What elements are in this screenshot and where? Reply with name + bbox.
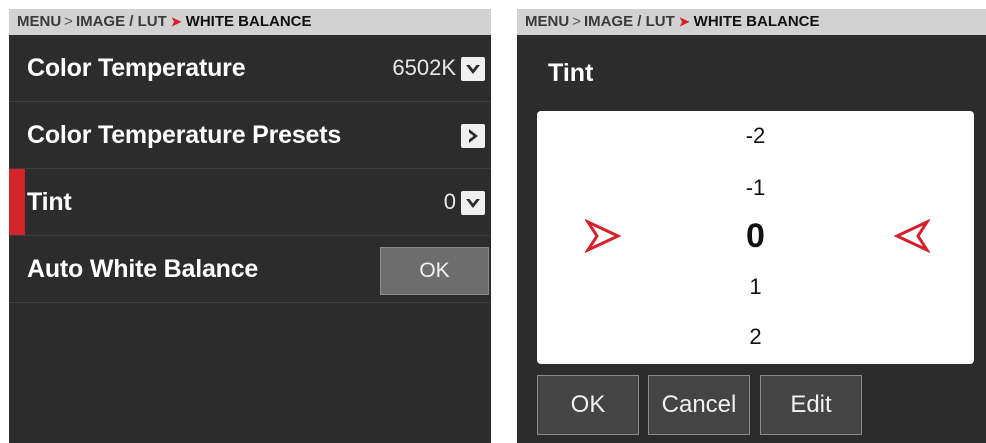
breadcrumb-section[interactable]: IMAGE / LUT <box>584 13 675 30</box>
breadcrumb-menu[interactable]: MENU <box>525 13 569 30</box>
breadcrumb: MENU > IMAGE / LUT ➤ WHITE BALANCE <box>9 9 491 35</box>
row-label: Color Temperature <box>27 54 246 82</box>
row-color-temperature[interactable]: Color Temperature 6502K <box>9 35 491 102</box>
row-label: Color Temperature Presets <box>27 121 342 149</box>
color-temperature-value: 6502K <box>392 55 456 80</box>
breadcrumb-menu[interactable]: MENU <box>17 13 61 30</box>
breadcrumb-separator: > <box>572 13 581 30</box>
chevron-down-icon[interactable] <box>461 57 485 81</box>
selection-marker <box>9 169 25 235</box>
arrow-right-icon <box>585 219 621 253</box>
cancel-button[interactable]: Cancel <box>648 375 750 435</box>
chevron-down-icon[interactable] <box>461 191 485 215</box>
tint-value-picker[interactable]: -2 -1 0 1 2 <box>537 111 974 364</box>
row-label: Auto White Balance <box>27 255 259 283</box>
breadcrumb-separator: > <box>64 13 73 30</box>
ok-button[interactable]: OK <box>537 375 639 435</box>
tint-value: 0 <box>443 189 456 214</box>
breadcrumb-section[interactable]: IMAGE / LUT <box>76 13 167 30</box>
breadcrumb: MENU > IMAGE / LUT ➤ WHITE BALANCE <box>517 9 986 35</box>
breadcrumb-arrow-icon: ➤ <box>678 14 690 29</box>
picker-option[interactable]: 2 <box>537 324 974 350</box>
picker-option[interactable]: 1 <box>537 274 974 300</box>
chevron-right-icon[interactable] <box>461 124 485 148</box>
white-balance-menu: MENU > IMAGE / LUT ➤ WHITE BALANCE Color Tem… <box>9 9 491 443</box>
row-color-temperature-presets[interactable]: Color Temperature Presets <box>9 102 491 169</box>
arrow-left-icon <box>894 219 930 253</box>
row-tint[interactable]: Tint 0 <box>9 169 491 236</box>
picker-option[interactable]: -1 <box>537 175 974 201</box>
breadcrumb-current: WHITE BALANCE <box>693 13 820 30</box>
breadcrumb-arrow-icon: ➤ <box>170 14 182 29</box>
breadcrumb-current: WHITE BALANCE <box>185 13 312 30</box>
tint-picker-dialog: MENU > IMAGE / LUT ➤ WHITE BALANCE Tint -2 -… <box>517 9 986 443</box>
dialog-title: Tint <box>548 59 594 87</box>
auto-white-balance-ok-button[interactable]: OK <box>380 247 489 295</box>
picker-option[interactable]: -2 <box>537 123 974 149</box>
row-auto-white-balance: Auto White Balance OK <box>9 236 491 303</box>
edit-button[interactable]: Edit <box>760 375 862 435</box>
row-label: Tint <box>27 188 72 216</box>
